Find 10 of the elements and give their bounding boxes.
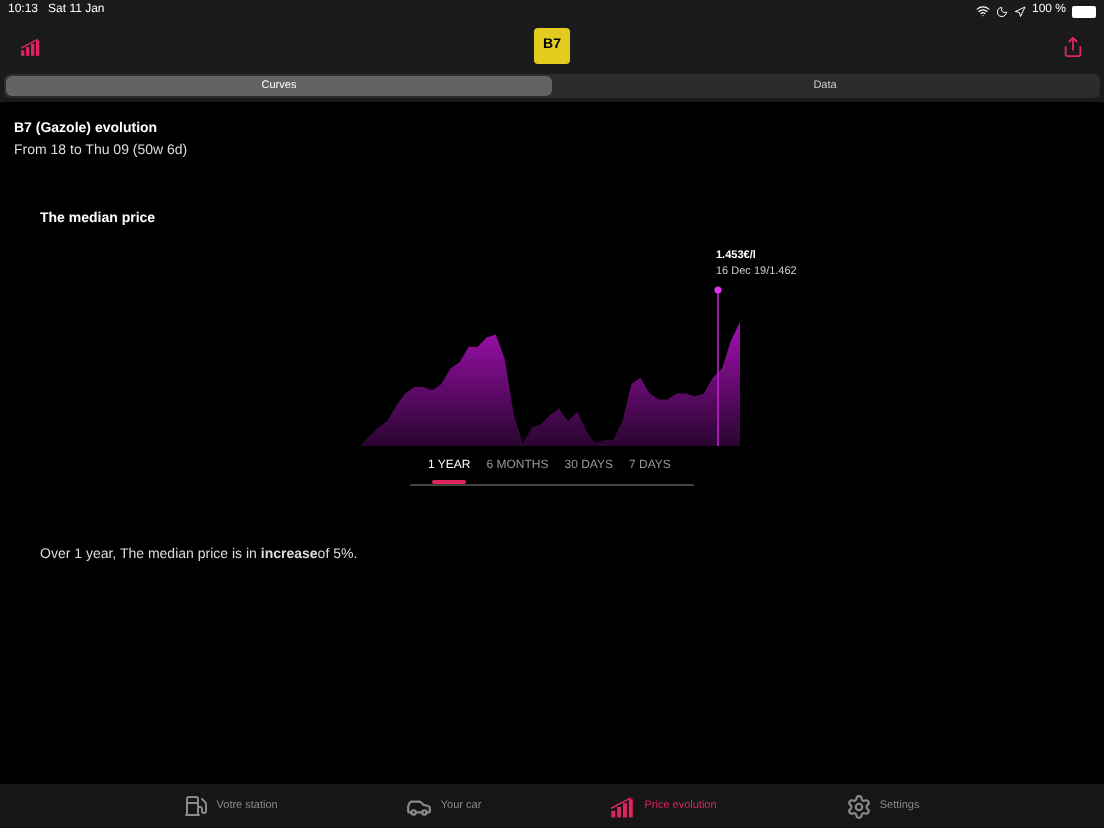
bar-chart-icon: [20, 37, 42, 55]
location-icon: [1013, 5, 1026, 17]
settings-icon: [845, 793, 872, 819]
chart-button[interactable]: [20, 37, 42, 55]
bar-chart-icon: [610, 795, 637, 817]
moon-icon: [995, 5, 1008, 17]
share-button[interactable]: [1062, 35, 1084, 57]
battery-icon: [1072, 5, 1096, 17]
fuel-pump-icon: [184, 794, 209, 818]
wifi-icon: [975, 4, 990, 18]
